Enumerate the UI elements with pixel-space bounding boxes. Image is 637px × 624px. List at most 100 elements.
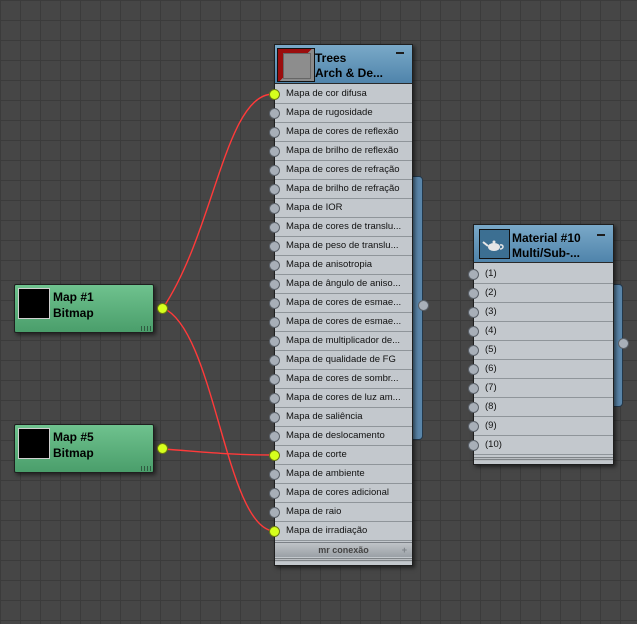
input-port[interactable]: [269, 393, 280, 404]
input-port[interactable]: [269, 279, 280, 290]
slot-label: Mapa de cores de esmae...: [286, 316, 402, 327]
input-port[interactable]: [269, 203, 280, 214]
material10-slot-row[interactable]: (3): [468, 303, 613, 322]
input-port[interactable]: [269, 412, 280, 423]
slot-label: (10): [485, 439, 502, 450]
trees-slot-row[interactable]: Mapa de IOR: [269, 199, 412, 218]
material10-slot-row[interactable]: (6): [468, 360, 613, 379]
input-port[interactable]: [269, 469, 280, 480]
input-port[interactable]: [468, 288, 479, 299]
input-port[interactable]: [269, 507, 280, 518]
slot-label: (9): [485, 420, 497, 431]
trees-slot-row[interactable]: Mapa de qualidade de FG: [269, 351, 412, 370]
input-port[interactable]: [468, 383, 479, 394]
input-port[interactable]: [269, 127, 280, 138]
trees-slot-row[interactable]: Mapa de cores de sombr...: [269, 370, 412, 389]
node-bottom-grip: [474, 457, 613, 461]
trees-slot-row[interactable]: Mapa de ângulo de aniso...: [269, 275, 412, 294]
input-port[interactable]: [269, 260, 280, 271]
input-port[interactable]: [269, 146, 280, 157]
trees-slot-row[interactable]: Mapa de brilho de reflexão: [269, 142, 412, 161]
map1-bitmap-node[interactable]: Map #1 Bitmap: [14, 284, 154, 333]
slot-label: Mapa de cores de translu...: [286, 221, 402, 232]
trees-slot-row[interactable]: Mapa de cores de refração: [269, 161, 412, 180]
input-port[interactable]: [269, 298, 280, 309]
trees-slot-row[interactable]: Mapa de cores de reflexão: [269, 123, 412, 142]
input-port[interactable]: [269, 374, 280, 385]
material10-slot-row[interactable]: (4): [468, 322, 613, 341]
input-port[interactable]: [269, 526, 280, 537]
input-port[interactable]: [468, 364, 479, 375]
slot-label: Mapa de raio: [286, 506, 342, 517]
map5-output-port[interactable]: [157, 443, 168, 454]
node-resize-grip[interactable]: [141, 326, 151, 331]
input-port[interactable]: [269, 355, 280, 366]
map1-output-port[interactable]: [157, 303, 168, 314]
slot-label: Mapa de deslocamento: [286, 430, 385, 441]
material10-slot-row[interactable]: (2): [468, 284, 613, 303]
input-port[interactable]: [269, 241, 280, 252]
trees-slot-row[interactable]: Mapa de saliência: [269, 408, 412, 427]
trees-slot-row[interactable]: Mapa de ambiente: [269, 465, 412, 484]
trees-slot-row[interactable]: Mapa de cores de translu...: [269, 218, 412, 237]
trees-slot-row[interactable]: Mapa de brilho de refração: [269, 180, 412, 199]
material10-slot-row[interactable]: (7): [468, 379, 613, 398]
material10-node-header[interactable]: Material #10 Multi/Sub-...: [474, 225, 613, 263]
slot-label: Mapa de saliência: [286, 411, 363, 422]
trees-slot-row[interactable]: Mapa de anisotropia: [269, 256, 412, 275]
slot-label: Mapa de qualidade de FG: [286, 354, 396, 365]
input-port[interactable]: [468, 307, 479, 318]
node-bottom-grip: [275, 558, 412, 562]
slot-label: Mapa de anisotropia: [286, 259, 373, 270]
material10-slot-row[interactable]: (1): [468, 265, 613, 284]
trees-material-node[interactable]: Trees Arch & De... Mapa de cor difusa Map…: [269, 44, 413, 566]
slot-label: (5): [485, 344, 497, 355]
trees-slot-row[interactable]: Mapa de multiplicador de...: [269, 332, 412, 351]
material10-multisub-node[interactable]: Material #10 Multi/Sub-... (1) (2) (3) (4) (…: [468, 224, 614, 465]
input-port[interactable]: [269, 336, 280, 347]
material10-slot-row[interactable]: (8): [468, 398, 613, 417]
input-port[interactable]: [269, 431, 280, 442]
plus-icon[interactable]: +: [402, 543, 407, 557]
trees-slot-row[interactable]: Mapa de raio: [269, 503, 412, 522]
trees-slot-row[interactable]: Mapa de irradiação: [269, 522, 412, 541]
input-port[interactable]: [468, 326, 479, 337]
trees-slot-row[interactable]: Mapa de cores de esmae...: [269, 294, 412, 313]
trees-slot-row[interactable]: Mapa de peso de translu...: [269, 237, 412, 256]
trees-slot-row[interactable]: Mapa de corte: [269, 446, 412, 465]
input-port[interactable]: [269, 488, 280, 499]
trees-node-footer[interactable]: mr conexão +: [275, 542, 412, 557]
input-port[interactable]: [269, 184, 280, 195]
input-port[interactable]: [269, 108, 280, 119]
trees-slot-row[interactable]: Mapa de deslocamento: [269, 427, 412, 446]
input-port[interactable]: [468, 421, 479, 432]
input-port[interactable]: [468, 440, 479, 451]
minus-icon[interactable]: [597, 234, 605, 236]
input-port[interactable]: [468, 345, 479, 356]
node-resize-grip[interactable]: [141, 466, 151, 471]
input-port[interactable]: [468, 269, 479, 280]
material10-slot-row[interactable]: (5): [468, 341, 613, 360]
input-port[interactable]: [269, 165, 280, 176]
minus-icon[interactable]: [396, 52, 404, 54]
material10-slot-row[interactable]: (10): [468, 436, 613, 455]
node-subtitle: Bitmap: [53, 306, 94, 320]
map5-bitmap-node[interactable]: Map #5 Bitmap: [14, 424, 154, 473]
trees-slot-row[interactable]: Mapa de cores de esmae...: [269, 313, 412, 332]
input-port[interactable]: [269, 317, 280, 328]
node-title: Map #5: [53, 430, 94, 444]
wire-map1-to-mapa-de-irradiacao: [162, 307, 274, 532]
trees-slot-row[interactable]: Mapa de cores de luz am...: [269, 389, 412, 408]
trees-slot-row[interactable]: Mapa de rugosidade: [269, 104, 412, 123]
input-port[interactable]: [269, 222, 280, 233]
input-port[interactable]: [468, 402, 479, 413]
footer-label: mr conexão: [318, 545, 369, 555]
trees-slot-row[interactable]: Mapa de cores adicional: [269, 484, 412, 503]
trees-output-port[interactable]: [418, 300, 429, 311]
input-port[interactable]: [269, 450, 280, 461]
material10-slot-row[interactable]: (9): [468, 417, 613, 436]
material10-output-port[interactable]: [618, 338, 629, 349]
trees-node-header[interactable]: Trees Arch & De...: [275, 45, 412, 84]
input-port[interactable]: [269, 89, 280, 100]
trees-slot-row[interactable]: Mapa de cor difusa: [269, 85, 412, 104]
